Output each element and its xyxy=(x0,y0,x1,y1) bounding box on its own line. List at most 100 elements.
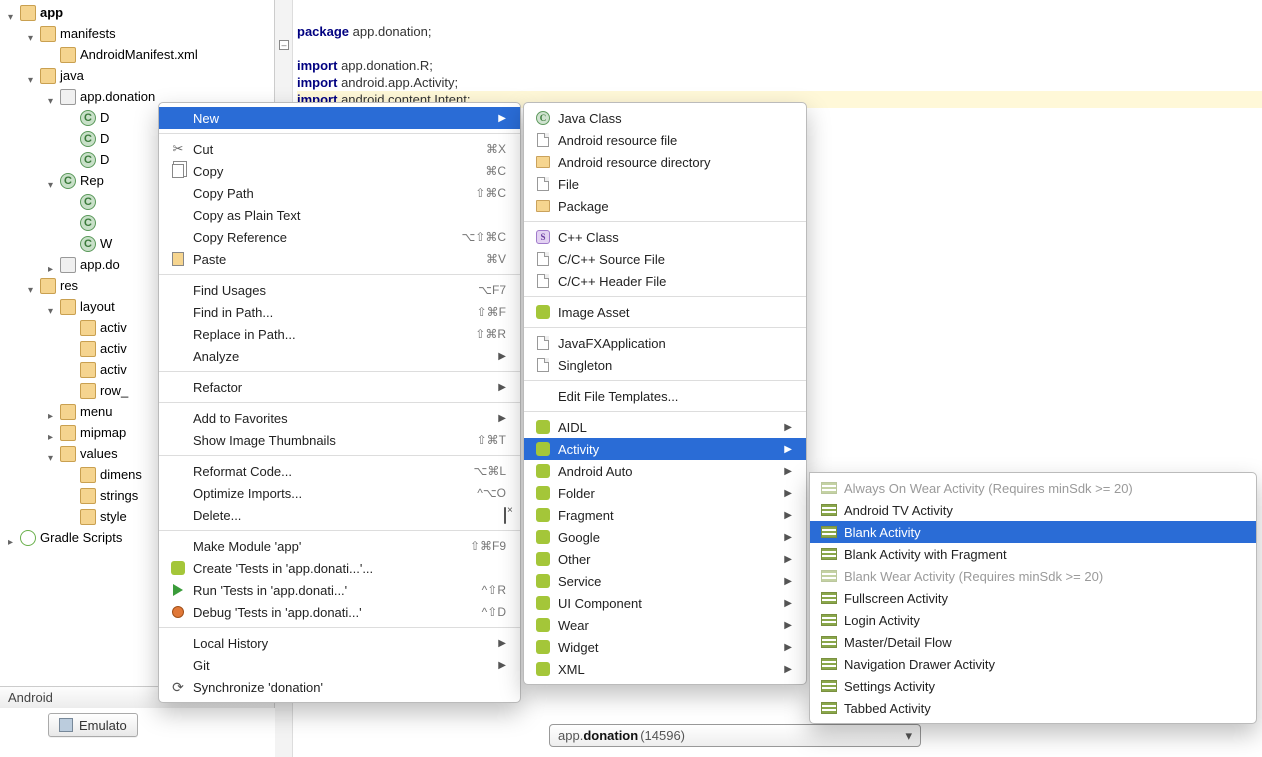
folder-icon xyxy=(60,425,76,441)
activity-icon xyxy=(820,502,838,518)
activity-blank[interactable]: Blank Activity xyxy=(810,521,1256,543)
android-icon xyxy=(534,551,552,567)
menu-copy-ref[interactable]: Copy Reference⌥⇧⌘C xyxy=(159,226,520,248)
menu-reformat[interactable]: Reformat Code...⌥⌘L xyxy=(159,460,520,482)
module-icon xyxy=(20,5,36,21)
new-service[interactable]: Service▶ xyxy=(524,570,806,592)
activity-android-tv[interactable]: Android TV Activity xyxy=(810,499,1256,521)
menu-optimize-imports[interactable]: Optimize Imports...^⌥O xyxy=(159,482,520,504)
menu-show-thumbnails[interactable]: Show Image Thumbnails⇧⌘T xyxy=(159,429,520,451)
fold-toggle[interactable]: – xyxy=(279,40,289,50)
new-aidl[interactable]: AIDL▶ xyxy=(524,416,806,438)
activity-icon xyxy=(820,568,838,584)
new-cpp-class[interactable]: SC++ Class xyxy=(524,226,806,248)
new-android-res-dir[interactable]: Android resource directory xyxy=(524,151,806,173)
menu-create-tests[interactable]: Create 'Tests in 'app.donati...'... xyxy=(159,557,520,579)
new-android-res-file[interactable]: Android resource file xyxy=(524,129,806,151)
struct-icon: S xyxy=(534,229,552,245)
new-other[interactable]: Other▶ xyxy=(524,548,806,570)
new-singleton[interactable]: Singleton xyxy=(524,354,806,376)
xml-file-icon xyxy=(80,488,96,504)
new-ui-component[interactable]: UI Component▶ xyxy=(524,592,806,614)
menu-run-tests[interactable]: Run 'Tests in 'app.donati...'^⇧R xyxy=(159,579,520,601)
new-google[interactable]: Google▶ xyxy=(524,526,806,548)
activity-icon xyxy=(820,590,838,606)
menu-delete[interactable]: Delete... xyxy=(159,504,520,526)
package-icon xyxy=(60,89,76,105)
activity-icon xyxy=(820,700,838,716)
menu-synchronize[interactable]: ⟳Synchronize 'donation' xyxy=(159,676,520,698)
menu-cut[interactable]: ✂Cut⌘X xyxy=(159,138,520,160)
class-icon: C xyxy=(534,110,552,126)
new-fragment[interactable]: Fragment▶ xyxy=(524,504,806,526)
menu-copy[interactable]: Copy⌘C xyxy=(159,160,520,182)
class-icon: C xyxy=(80,236,96,252)
android-icon xyxy=(534,661,552,677)
android-icon xyxy=(534,463,552,479)
folder-icon xyxy=(60,446,76,462)
xml-file-icon xyxy=(80,383,96,399)
activity-nav-drawer[interactable]: Navigation Drawer Activity xyxy=(810,653,1256,675)
menu-copy-plain[interactable]: Copy as Plain Text xyxy=(159,204,520,226)
android-icon xyxy=(534,441,552,457)
new-edit-templates[interactable]: Edit File Templates... xyxy=(524,385,806,407)
menu-make-module[interactable]: Make Module 'app'⇧⌘F9 xyxy=(159,535,520,557)
file-icon xyxy=(534,176,552,192)
folder-icon xyxy=(534,154,552,170)
new-xml[interactable]: XML▶ xyxy=(524,658,806,680)
new-wear[interactable]: Wear▶ xyxy=(524,614,806,636)
new-widget[interactable]: Widget▶ xyxy=(524,636,806,658)
xml-file-icon xyxy=(80,341,96,357)
activity-icon xyxy=(820,612,838,628)
menu-replace-in-path[interactable]: Replace in Path...⇧⌘R xyxy=(159,323,520,345)
android-icon xyxy=(534,595,552,611)
android-icon xyxy=(534,419,552,435)
activity-icon xyxy=(820,656,838,672)
menu-refactor[interactable]: Refactor▶ xyxy=(159,376,520,398)
new-cpp-header[interactable]: C/C++ Header File xyxy=(524,270,806,292)
activity-fullscreen[interactable]: Fullscreen Activity xyxy=(810,587,1256,609)
menu-paste[interactable]: Paste⌘V xyxy=(159,248,520,270)
tree-node-java[interactable]: java xyxy=(0,65,274,86)
activity-tabbed[interactable]: Tabbed Activity xyxy=(810,697,1256,719)
menu-add-favorites[interactable]: Add to Favorites▶ xyxy=(159,407,520,429)
emulator-selector[interactable]: Emulato xyxy=(48,713,138,737)
context-menu: New▶ ✂Cut⌘X Copy⌘C Copy Path⇧⌘C Copy as … xyxy=(158,102,521,703)
menu-find-usages[interactable]: Find Usages⌥F7 xyxy=(159,279,520,301)
activity-blank-fragment[interactable]: Blank Activity with Fragment xyxy=(810,543,1256,565)
activity-settings[interactable]: Settings Activity xyxy=(810,675,1256,697)
new-image-asset[interactable]: Image Asset xyxy=(524,301,806,323)
tree-node-app[interactable]: app xyxy=(0,2,274,23)
new-activity[interactable]: Activity▶ xyxy=(524,438,806,460)
activity-master-detail[interactable]: Master/Detail Flow xyxy=(810,631,1256,653)
new-javafx-app[interactable]: JavaFXApplication xyxy=(524,332,806,354)
tree-node-manifests[interactable]: manifests xyxy=(0,23,274,44)
new-java-class[interactable]: CJava Class xyxy=(524,107,806,129)
folder-icon xyxy=(40,68,56,84)
activity-icon xyxy=(820,678,838,694)
android-icon xyxy=(169,560,187,576)
menu-new[interactable]: New▶ xyxy=(159,107,520,129)
android-icon xyxy=(534,639,552,655)
menu-copy-path[interactable]: Copy Path⇧⌘C xyxy=(159,182,520,204)
android-icon xyxy=(534,617,552,633)
new-cpp-source[interactable]: C/C++ Source File xyxy=(524,248,806,270)
menu-debug-tests[interactable]: Debug 'Tests in 'app.donati...'^⇧D xyxy=(159,601,520,623)
class-icon: C xyxy=(80,194,96,210)
new-package[interactable]: Package xyxy=(524,195,806,217)
new-folder[interactable]: Folder▶ xyxy=(524,482,806,504)
android-icon xyxy=(534,485,552,501)
process-selector[interactable]: app.donation (14596) xyxy=(549,724,921,747)
tree-file-manifest[interactable]: AndroidManifest.xml xyxy=(0,44,274,65)
menu-git[interactable]: Git▶ xyxy=(159,654,520,676)
new-android-auto[interactable]: Android Auto▶ xyxy=(524,460,806,482)
new-file[interactable]: File xyxy=(524,173,806,195)
menu-find-in-path[interactable]: Find in Path...⇧⌘F xyxy=(159,301,520,323)
activity-login[interactable]: Login Activity xyxy=(810,609,1256,631)
android-icon xyxy=(534,507,552,523)
activity-icon xyxy=(820,634,838,650)
menu-local-history[interactable]: Local History▶ xyxy=(159,632,520,654)
bug-icon xyxy=(169,604,187,620)
class-icon: C xyxy=(80,131,96,147)
menu-analyze[interactable]: Analyze▶ xyxy=(159,345,520,367)
